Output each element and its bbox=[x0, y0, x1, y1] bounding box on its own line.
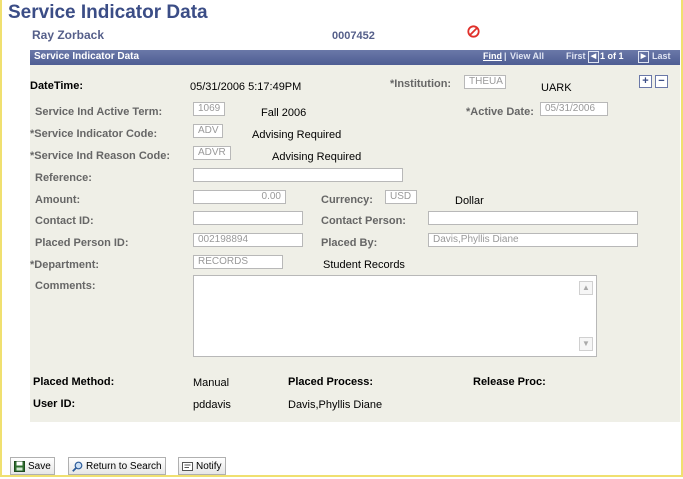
placed-person-label: Placed Person ID: bbox=[35, 237, 129, 249]
comments-textarea[interactable]: ▲ ▼ bbox=[193, 275, 597, 357]
user-id-value: pddavis bbox=[193, 399, 231, 411]
person-id: 0007452 bbox=[332, 30, 375, 42]
placed-process-label: Placed Process: bbox=[288, 376, 373, 388]
add-row-button[interactable]: + bbox=[639, 75, 652, 88]
save-button-label: Save bbox=[28, 460, 51, 472]
contact-id-label: Contact ID: bbox=[35, 215, 94, 227]
datetime-label: DateTime: bbox=[30, 80, 83, 92]
placed-by-field[interactable]: Davis,Phyllis Diane bbox=[428, 233, 638, 247]
institution-label: *Institution: bbox=[390, 78, 452, 90]
comments-label: Comments: bbox=[35, 280, 96, 292]
placed-method-value: Manual bbox=[193, 377, 230, 389]
notepad-icon bbox=[182, 461, 193, 471]
person-name: Ray Zorback bbox=[32, 28, 105, 42]
placed-person-field[interactable]: 002198894 bbox=[193, 233, 303, 247]
magnifier-icon bbox=[72, 461, 83, 472]
reason-code-desc: Advising Required bbox=[272, 151, 362, 163]
floppy-disk-icon bbox=[14, 460, 25, 472]
scroll-up-icon[interactable]: ▲ bbox=[579, 281, 593, 295]
no-entry-icon bbox=[467, 25, 480, 38]
release-proc-label: Release Proc: bbox=[473, 376, 546, 388]
reference-field[interactable] bbox=[193, 168, 403, 182]
last-link[interactable]: Last bbox=[652, 51, 671, 61]
plus-icon: + bbox=[642, 75, 649, 87]
scroll-down-icon[interactable]: ▼ bbox=[579, 337, 593, 351]
return-to-search-button[interactable]: Return to Search bbox=[68, 457, 166, 475]
department-label: *Department: bbox=[30, 259, 100, 271]
amount-label: Amount: bbox=[35, 194, 81, 206]
reason-code-label: *Service Ind Reason Code: bbox=[30, 150, 170, 162]
previous-row-icon[interactable]: ◀ bbox=[588, 51, 599, 63]
find-link[interactable]: Find bbox=[483, 51, 502, 61]
page-title: Service Indicator Data bbox=[8, 2, 208, 23]
notify-label: Notify bbox=[196, 460, 222, 472]
delete-row-button[interactable]: − bbox=[655, 75, 668, 88]
service-indicator-panel: Service Indicator Data Find | View All F… bbox=[30, 50, 680, 422]
institution-field[interactable]: THEUA bbox=[464, 75, 506, 89]
reason-code-field[interactable]: ADVR bbox=[193, 146, 231, 160]
contact-id-field[interactable] bbox=[193, 211, 303, 225]
panel-header: Service Indicator Data Find | View All F… bbox=[30, 50, 680, 65]
reference-label: Reference: bbox=[35, 172, 92, 184]
department-desc: Student Records bbox=[323, 259, 405, 271]
indicator-code-field[interactable]: ADV bbox=[193, 124, 223, 138]
placed-by-label: Placed By: bbox=[321, 237, 378, 249]
active-term-desc: Fall 2006 bbox=[261, 107, 307, 119]
institution-desc: UARK bbox=[541, 82, 572, 94]
amount-field[interactable]: 0.00 bbox=[193, 190, 286, 204]
next-row-icon[interactable]: ▶ bbox=[638, 51, 649, 63]
minus-icon: − bbox=[658, 75, 665, 87]
save-button[interactable]: Save bbox=[10, 457, 55, 475]
active-term-label: Service Ind Active Term: bbox=[35, 106, 163, 118]
currency-desc: Dollar bbox=[455, 195, 484, 207]
datetime-value: 05/31/2006 5:17:49PM bbox=[190, 81, 302, 93]
view-all-link[interactable]: View All bbox=[510, 51, 544, 61]
department-field[interactable]: RECORDS bbox=[193, 255, 283, 269]
contact-person-field[interactable] bbox=[428, 211, 638, 225]
contact-person-label: Contact Person: bbox=[321, 215, 406, 227]
active-date-field[interactable]: 05/31/2006 bbox=[540, 102, 608, 116]
row-count: 1 of 1 bbox=[600, 51, 624, 61]
indicator-code-label: *Service Indicator Code: bbox=[30, 128, 158, 140]
notify-button[interactable]: Notify bbox=[178, 457, 226, 475]
active-term-field[interactable]: 1069 bbox=[193, 102, 225, 116]
placed-method-label: Placed Method: bbox=[33, 376, 115, 388]
indicator-code-desc: Advising Required bbox=[252, 129, 342, 141]
user-name-value: Davis,Phyllis Diane bbox=[288, 399, 383, 411]
first-link[interactable]: First bbox=[566, 51, 586, 61]
nav-separator: | bbox=[504, 51, 507, 61]
currency-label: Currency: bbox=[321, 194, 373, 206]
user-id-label: User ID: bbox=[33, 398, 76, 410]
active-date-label: *Active Date: bbox=[466, 106, 534, 118]
panel-title: Service Indicator Data bbox=[34, 51, 140, 62]
return-to-search-label: Return to Search bbox=[86, 460, 162, 472]
currency-field[interactable]: USD bbox=[385, 190, 417, 204]
